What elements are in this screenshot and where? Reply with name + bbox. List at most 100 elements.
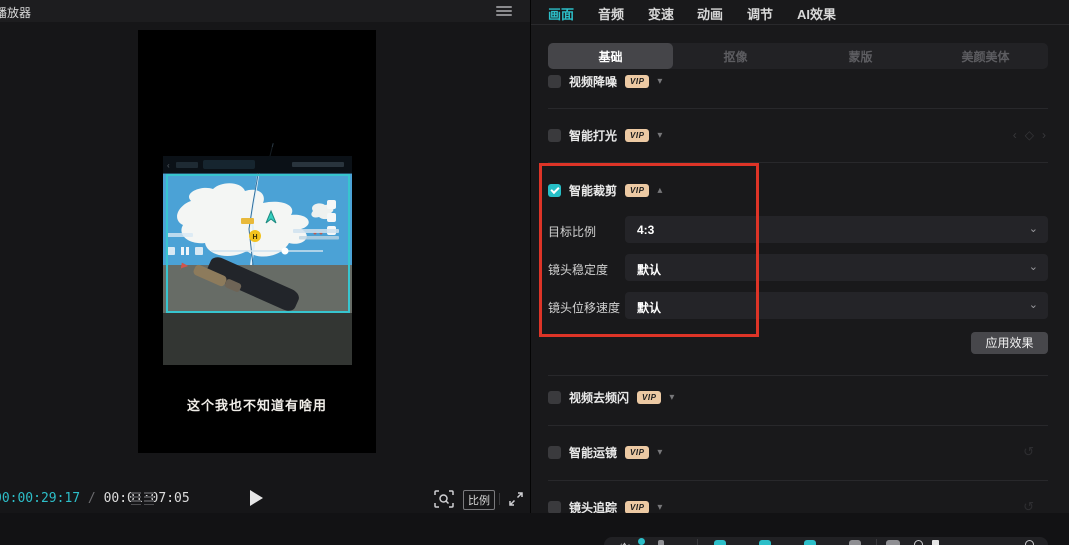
target-ratio-row: 目标比例 4:3 ⌄ [548, 216, 1048, 243]
feature-row-relight: 智能打光 VIP ▾ ‹ ◇ › [548, 124, 1048, 146]
settings-subtabs: 基础 抠像 蒙版 美颜美体 [548, 43, 1048, 69]
split-icon[interactable] [714, 540, 726, 545]
preview-quality-icon[interactable] [434, 490, 454, 508]
subtab-mask[interactable]: 蒙版 [798, 43, 923, 69]
media-sticker-icon[interactable]: + [620, 540, 632, 545]
subtitle-list-icon[interactable] [131, 492, 155, 505]
feature-label: 视频降噪 [569, 74, 617, 90]
timeline-area: + [0, 513, 1069, 545]
vip-badge: VIP [625, 129, 649, 142]
tab-speed[interactable]: 变速 [648, 4, 674, 23]
target-ratio-label: 目标比例 [548, 223, 596, 240]
subtab-cutout[interactable]: 抠像 [673, 43, 798, 69]
tab-adjust[interactable]: 调节 [747, 4, 773, 23]
player-controls-bar: 00:00:29:17 / 00:01:07:05 比例 [0, 483, 530, 513]
stability-row: 镜头稳定度 默认 ⌄ [548, 254, 1048, 281]
pan-speed-label: 镜头位移速度 [548, 299, 620, 316]
smart-crop-checkbox[interactable] [548, 184, 561, 197]
tab-audio[interactable]: 音频 [598, 4, 624, 23]
timecode-current: 00:00:29:17 [0, 491, 80, 506]
feature-row-denoise: 视频降噪 VIP ▾ [548, 74, 1048, 92]
chevron-down-icon: ⌄ [1029, 260, 1038, 273]
vip-badge: VIP [625, 75, 649, 88]
chevron-down-icon: ⌄ [1029, 222, 1038, 235]
section-divider [548, 375, 1048, 376]
settings-scroll-area: 视频降噪 VIP ▾ 智能打光 VIP ▾ ‹ ◇ › 智能裁剪 V [548, 74, 1048, 520]
caret-down-icon[interactable]: ▾ [657, 76, 662, 87]
feature-row-smart-camera: 智能运镜 VIP ▾ ↺ [548, 441, 1048, 463]
settings-tabbar: 画面 音频 变速 动画 调节 AI效果 [531, 0, 1069, 25]
tab-animation[interactable]: 动画 [697, 4, 723, 23]
crop-dim-overlay-top [163, 147, 352, 174]
player-header: 播放器 [0, 0, 530, 22]
player-menu-icon[interactable] [496, 6, 512, 16]
smart-camera-checkbox[interactable] [548, 446, 561, 459]
relight-checkbox[interactable] [548, 129, 561, 142]
vip-badge: VIP [625, 446, 649, 459]
settings-panel: 画面 音频 变速 动画 调节 AI效果 基础 抠像 蒙版 美颜美体 视频降噪 V… [531, 0, 1069, 531]
apply-effect-button[interactable]: 应用效果 [971, 332, 1048, 354]
toolbar-divider [697, 539, 698, 545]
feature-row-deflicker: 视频去频闪 VIP ▾ [548, 386, 1048, 408]
toolbar-divider [876, 539, 877, 545]
effects-sparkle-icon[interactable] [759, 540, 771, 545]
target-ratio-value: 4:3 [637, 223, 654, 237]
player-panel: 播放器 ‹ [0, 0, 530, 513]
speed-curve-icon[interactable] [804, 540, 816, 545]
vip-badge: VIP [625, 184, 649, 197]
caret-down-icon[interactable]: ▾ [669, 392, 674, 403]
stability-label: 镜头稳定度 [548, 261, 608, 278]
smart-crop-selection-box[interactable] [166, 174, 350, 313]
preset-nav: ‹ ◇ › [1013, 128, 1046, 142]
denoise-checkbox[interactable] [548, 75, 561, 88]
prev-preset-icon[interactable]: ‹ [1013, 128, 1017, 142]
tracking-checkbox[interactable] [548, 501, 561, 514]
section-divider [548, 480, 1048, 481]
timer-clock-icon[interactable] [1025, 540, 1034, 545]
pan-speed-value: 默认 [637, 299, 661, 316]
reset-icon[interactable]: ↺ [1023, 444, 1034, 460]
caret-up-icon[interactable]: ▴ [657, 185, 662, 196]
pan-speed-select[interactable]: 默认 ⌄ [625, 292, 1048, 319]
notification-dot [638, 538, 645, 545]
timeline-toolbar: + [604, 537, 1048, 545]
vip-badge: VIP [637, 391, 661, 404]
stop-square-icon[interactable] [932, 540, 939, 545]
subtab-basic[interactable]: 基础 [548, 43, 673, 69]
play-button[interactable] [250, 490, 263, 506]
audio-record-icon[interactable] [658, 540, 664, 545]
timecode: 00:00:29:17 / 00:01:07:05 [0, 491, 190, 506]
crop-dim-overlay-bottom [163, 313, 352, 365]
feature-label: 视频去频闪 [569, 389, 629, 406]
deflicker-checkbox[interactable] [548, 391, 561, 404]
record-circle-icon[interactable] [914, 540, 923, 545]
caret-down-icon[interactable]: ▾ [657, 130, 662, 141]
feature-label: 智能打光 [569, 127, 617, 144]
section-divider [548, 162, 1048, 163]
track-split-icon[interactable] [849, 540, 861, 545]
caret-down-icon[interactable]: ▾ [657, 502, 662, 513]
controls-divider [499, 493, 500, 505]
tab-picture[interactable]: 画面 [548, 4, 574, 23]
caret-down-icon[interactable]: ▾ [657, 447, 662, 458]
ruler-icon[interactable] [886, 540, 900, 545]
stability-value: 默认 [637, 261, 661, 278]
pan-speed-row: 镜头位移速度 默认 ⌄ [548, 292, 1048, 319]
target-ratio-select[interactable]: 4:3 ⌄ [625, 216, 1048, 243]
feature-row-smart-crop: 智能裁剪 VIP ▴ [548, 179, 1048, 201]
ratio-button[interactable]: 比例 [463, 490, 495, 510]
section-divider [548, 108, 1048, 109]
chevron-down-icon: ⌄ [1029, 298, 1038, 311]
video-subtitle: 这个我也不知道有啥用 [138, 395, 376, 414]
vip-badge: VIP [625, 501, 649, 514]
capcut-editor-window: 播放器 ‹ [0, 0, 1069, 545]
tab-ai-effects[interactable]: AI效果 [797, 4, 836, 23]
subtab-beauty[interactable]: 美颜美体 [923, 43, 1048, 69]
feature-label: 智能裁剪 [569, 182, 617, 199]
next-preset-icon[interactable]: › [1042, 128, 1046, 142]
video-preview[interactable]: ‹ H [138, 30, 376, 453]
stability-select[interactable]: 默认 ⌄ [625, 254, 1048, 281]
section-divider [548, 425, 1048, 426]
preset-diamond-icon[interactable]: ◇ [1025, 128, 1034, 142]
fullscreen-icon[interactable] [507, 490, 525, 508]
